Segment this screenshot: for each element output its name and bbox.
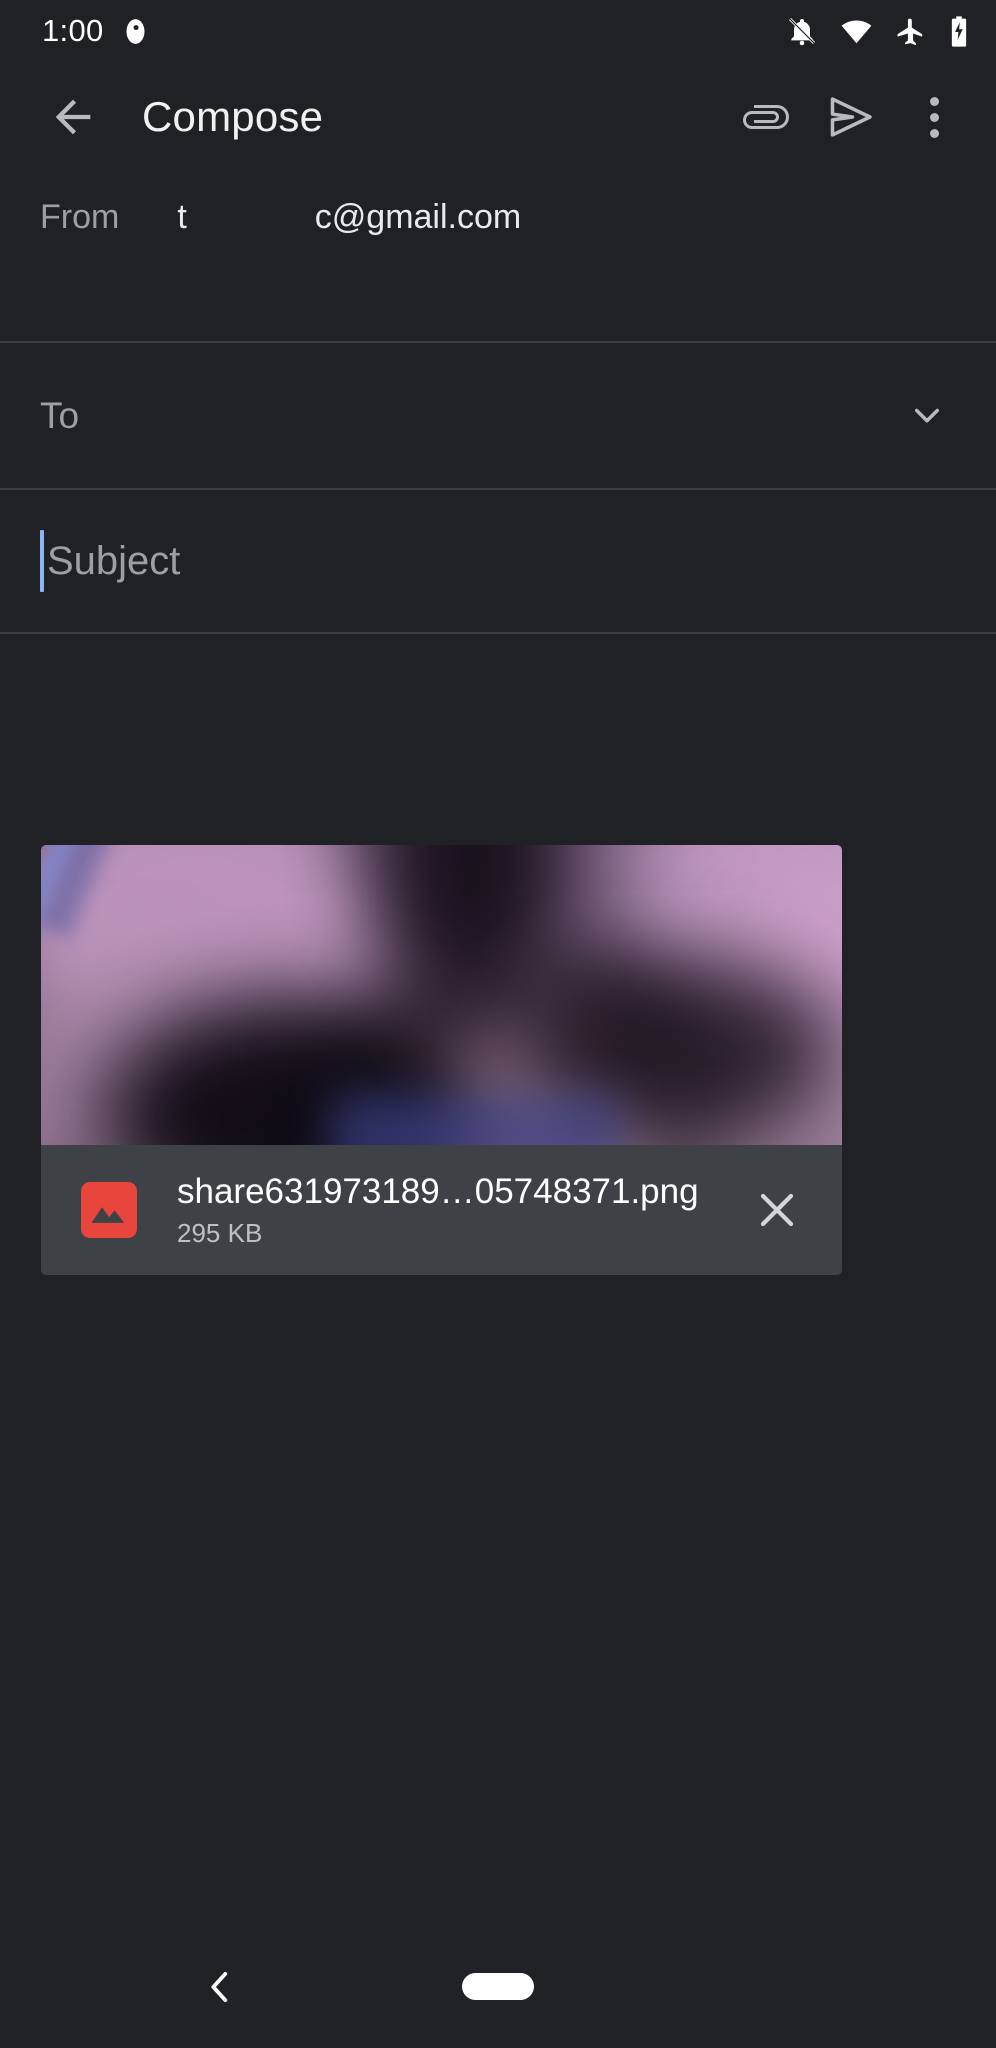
subject-placeholder: Subject (47, 538, 181, 583)
attachment-preview-image[interactable] (41, 845, 842, 1145)
status-bar-left: 1:00 (42, 13, 149, 49)
from-label: From (40, 197, 120, 236)
system-navigation-bar (0, 1925, 996, 2048)
nav-back-button[interactable] (185, 1952, 255, 2022)
subject-field[interactable]: Subject (0, 490, 996, 632)
battery-charging-icon (948, 15, 970, 48)
chevron-down-icon (914, 408, 940, 423)
status-bar-right (786, 15, 970, 48)
send-icon (830, 97, 872, 137)
more-options-button[interactable] (896, 79, 972, 155)
nav-home-indicator[interactable] (462, 1973, 534, 2000)
expand-recipients-button[interactable] (892, 381, 962, 451)
app-bar: Compose (0, 62, 996, 172)
from-field[interactable]: From t c@gmail.com (0, 172, 996, 262)
compose-body[interactable]: share631973189…05748371.png 295 KB (0, 634, 996, 1925)
paperclip-icon (743, 105, 789, 129)
attach-button[interactable] (728, 79, 804, 155)
wifi-icon (840, 15, 873, 48)
send-button[interactable] (812, 79, 888, 155)
remove-attachment-button[interactable] (740, 1173, 814, 1247)
notifications-off-icon (786, 15, 818, 47)
status-bar: 1:00 (0, 0, 996, 62)
attachment-file-size: 295 KB (177, 1217, 263, 1248)
text-caret (40, 530, 44, 592)
close-icon (760, 1193, 794, 1227)
arrow-left-icon (55, 99, 91, 135)
page-title: Compose (142, 93, 324, 140)
attachment-info-bar: share631973189…05748371.png 295 KB (41, 1145, 842, 1275)
attachment-card[interactable]: share631973189…05748371.png 295 KB (41, 845, 842, 1275)
to-placeholder: To (40, 394, 80, 436)
overflow-menu-icon (929, 96, 939, 138)
mountain-image-glyph (91, 1207, 125, 1223)
from-address: t c@gmail.com (177, 198, 521, 237)
chevron-left-icon (211, 1971, 228, 2002)
back-button[interactable] (40, 84, 106, 150)
from-address-suffix: c@gmail.com (314, 197, 522, 236)
image-file-icon (81, 1182, 137, 1238)
status-clock: 1:00 (42, 13, 104, 48)
attachment-text: share631973189…05748371.png 295 KB (177, 1172, 699, 1249)
from-address-prefix: t (177, 197, 187, 236)
clock-badge-icon (122, 18, 149, 45)
airplane-mode-icon (895, 16, 926, 47)
to-field[interactable]: To (0, 343, 996, 488)
app-bar-actions (728, 79, 972, 155)
attachment-file-name: share631973189…05748371.png (177, 1171, 699, 1211)
